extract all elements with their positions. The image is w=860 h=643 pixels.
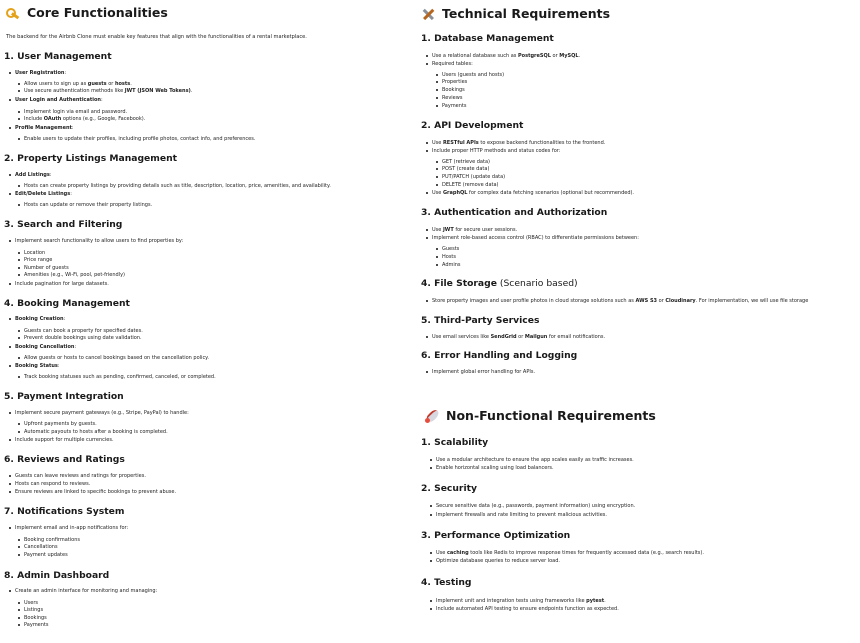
section-heading-admin-dashboard: 8. Admin Dashboard bbox=[4, 570, 110, 581]
list-item: Add Listings: bbox=[9, 172, 52, 178]
list-item: Use caching tools like Redis to improve … bbox=[430, 550, 704, 556]
section-heading-error-handling: 6. Error Handling and Logging bbox=[421, 350, 578, 361]
list-item: Cancellations bbox=[18, 544, 58, 550]
list-item: Guests bbox=[435, 246, 460, 252]
section-heading-booking-management: 4. Booking Management bbox=[4, 298, 130, 309]
list-item: Hosts can respond to reviews. bbox=[8, 481, 91, 487]
list-item: Payment updates bbox=[18, 552, 68, 558]
list-item: Implement login via email and password. bbox=[17, 109, 128, 115]
list-item: Include proper HTTP methods and status c… bbox=[425, 148, 561, 154]
list-item: Hosts bbox=[436, 254, 456, 260]
list-item: Include OAuth options (e.g., Google, Fac… bbox=[17, 116, 146, 122]
list-item: Location bbox=[17, 250, 46, 256]
list-item: Booking Creation: bbox=[8, 316, 66, 322]
list-item: Enable users to update their profiles, i… bbox=[17, 136, 256, 142]
rocket-icon bbox=[425, 409, 439, 423]
list-item: Use JWT for secure user sessions. bbox=[425, 227, 518, 233]
list-item: Payments bbox=[436, 103, 467, 109]
list-item: Booking Cancellation: bbox=[8, 344, 77, 350]
list-item: Implement role-based access control (RBA… bbox=[426, 235, 639, 241]
list-item: Guests can book a property for specified… bbox=[18, 328, 143, 334]
list-item: Bookings bbox=[18, 615, 47, 621]
list-item: Properties bbox=[435, 79, 468, 85]
section-heading-database: 1. Database Management bbox=[421, 33, 554, 44]
section-heading-api-development: 2. API Development bbox=[421, 120, 524, 131]
list-item: Implement secure payment gateways (e.g.,… bbox=[9, 410, 189, 416]
section-heading-testing: 4. Testing bbox=[421, 577, 472, 588]
list-item: Implement unit and integration tests usi… bbox=[430, 598, 606, 604]
list-item: Hosts can update or remove their propert… bbox=[17, 202, 153, 208]
list-item: Listings bbox=[17, 607, 44, 613]
list-item: Amenities (e.g., Wi-Fi, pool, pet-friend… bbox=[17, 272, 126, 278]
list-item: Implement search functionality to allow … bbox=[8, 238, 184, 244]
list-item: User Registration: bbox=[8, 70, 67, 76]
section-heading-notifications: 7. Notifications System bbox=[4, 506, 125, 517]
list-item: Reviews bbox=[435, 95, 463, 101]
list-item: Users bbox=[17, 600, 39, 606]
list-item: Automatic payouts to hosts after a booki… bbox=[18, 429, 168, 435]
list-item: POST (create data) bbox=[435, 166, 490, 172]
hammer-wrench-icon bbox=[421, 7, 435, 21]
core-functionalities-title: Core Functionalities bbox=[6, 5, 168, 20]
list-item: Implement global error handling for APIs… bbox=[425, 369, 536, 375]
list-item: Enable horizontal scaling using load bal… bbox=[430, 465, 554, 471]
section-heading-security: 2. Security bbox=[421, 483, 477, 494]
list-item: Implement email and in-app notifications… bbox=[8, 525, 129, 531]
section-heading-scalability: 1. Scalability bbox=[421, 437, 489, 448]
list-item: Price range bbox=[17, 257, 53, 263]
list-item: Number of guests bbox=[18, 265, 69, 271]
list-item: Allow users to sign up as guests or host… bbox=[18, 81, 132, 87]
section-heading-payment-integration: 5. Payment Integration bbox=[4, 391, 124, 402]
list-item: Secure sensitive data (e.g., passwords, … bbox=[429, 503, 636, 509]
list-item: Booking Status: bbox=[9, 363, 60, 369]
list-item: Include pagination for large datasets. bbox=[9, 281, 109, 287]
list-item: Admins bbox=[436, 262, 461, 268]
intro-text: The backend for the Airbnb Clone must en… bbox=[6, 34, 307, 40]
list-item: Include automated API testing to ensure … bbox=[430, 606, 619, 612]
list-item: User Login and Authentication: bbox=[9, 97, 103, 103]
section-heading-performance: 3. Performance Optimization bbox=[421, 530, 571, 541]
section-heading-property-listings: 2. Property Listings Management bbox=[4, 153, 178, 164]
list-item: Include support for multiple currencies. bbox=[9, 437, 114, 443]
list-item: DELETE (remove data) bbox=[436, 182, 499, 188]
list-item: Guests can leave reviews and ratings for… bbox=[9, 473, 146, 479]
non-functional-title: Non-Functional Requirements bbox=[425, 408, 656, 423]
list-item: Allow guests or hosts to cancel bookings… bbox=[17, 355, 210, 361]
list-item: Implement firewalls and rate limiting to… bbox=[430, 512, 607, 518]
section-heading-user-management: 1. User Management bbox=[4, 51, 112, 62]
list-item: Hosts can create property listings by pr… bbox=[18, 183, 331, 189]
list-item: Track booking statuses such as pending, … bbox=[18, 374, 216, 380]
list-item: Optimize database queries to reduce serv… bbox=[430, 558, 560, 564]
list-item: Edit/Delete Listings: bbox=[9, 191, 72, 197]
list-item: Upfront payments by guests. bbox=[18, 421, 97, 427]
technical-requirements-title: Technical Requirements bbox=[421, 6, 610, 21]
list-item: Use a modular architecture to ensure the… bbox=[430, 457, 634, 463]
list-item: Use RESTful APIs to expose backend funct… bbox=[425, 140, 606, 146]
section-heading-third-party: 5. Third-Party Services bbox=[421, 315, 540, 326]
section-heading-auth: 3. Authentication and Authorization bbox=[421, 207, 608, 218]
list-item: Booking confirmations bbox=[18, 537, 80, 543]
list-item: Payments bbox=[18, 622, 49, 628]
list-item: Create an admin interface for monitoring… bbox=[8, 588, 158, 594]
list-item: Required tables: bbox=[426, 61, 473, 67]
list-item: Users (guests and hosts) bbox=[435, 72, 505, 78]
list-item: Bookings bbox=[436, 87, 465, 93]
key-icon bbox=[6, 6, 20, 20]
list-item: Ensure reviews are linked to specific bo… bbox=[8, 489, 177, 495]
list-item: Use a relational database such as Postgr… bbox=[425, 53, 581, 59]
list-item: Use email services like SendGrid or Mail… bbox=[425, 334, 606, 340]
section-heading-file-storage: 4. File Storage (Scenario based) bbox=[421, 278, 578, 289]
list-item: GET (retrieve data) bbox=[436, 159, 490, 165]
list-item: Prevent double bookings using date valid… bbox=[18, 335, 142, 341]
section-heading-search-filtering: 3. Search and Filtering bbox=[4, 219, 123, 230]
list-item: Use GraphQL for complex data fetching sc… bbox=[425, 190, 635, 196]
section-heading-reviews-ratings: 6. Reviews and Ratings bbox=[4, 454, 125, 465]
list-item: Profile Management: bbox=[9, 125, 74, 131]
list-item: Store property images and user profile p… bbox=[425, 298, 809, 304]
list-item: Use secure authentication methods like J… bbox=[17, 88, 193, 94]
list-item: PUT/PATCH (update data) bbox=[435, 174, 506, 180]
